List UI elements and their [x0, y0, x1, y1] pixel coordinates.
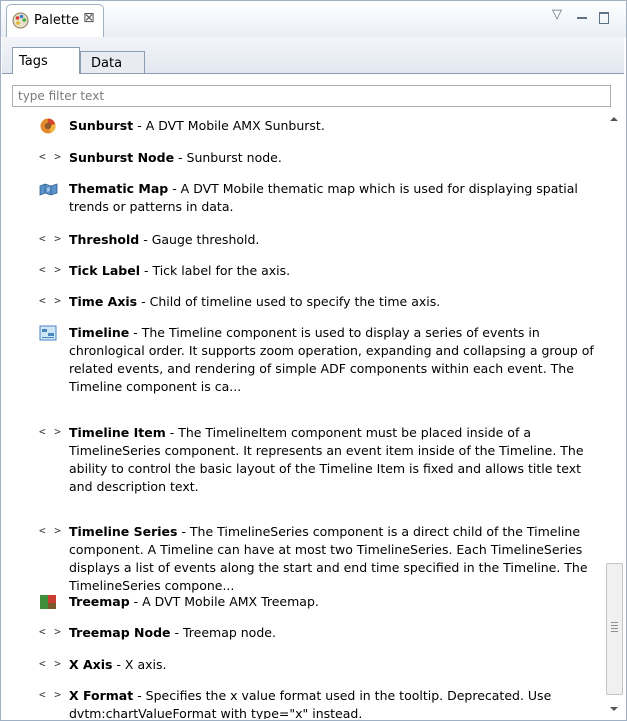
scrollbar-thumb[interactable]	[606, 563, 623, 695]
view-title-bar: Palette ⊠ ▽	[1, 1, 626, 37]
close-icon[interactable]: ⊠	[83, 10, 95, 26]
tag-list: Sunburst - A DVT Mobile AMX Sunburst. < …	[12, 111, 604, 719]
item-name: Sunburst Node	[69, 150, 175, 165]
item-name: X Axis	[69, 657, 113, 672]
palette-view: Palette ⊠ ▽ Tags Data Sunburst - A DVT M…	[0, 0, 627, 721]
item-name: Treemap	[69, 594, 130, 609]
sunburst-icon	[40, 118, 56, 134]
item-name: Timeline	[69, 325, 130, 340]
item-name: X Format	[69, 688, 134, 703]
item-name: Tick Label	[69, 263, 140, 278]
item-description: - Specifies the x value format used in t…	[69, 688, 552, 719]
item-name: Time Axis	[69, 294, 138, 309]
view-menu-icon[interactable]: ▽	[552, 7, 562, 22]
item-description: - The Timeline component is used to disp…	[69, 325, 594, 394]
tag-icon: < >	[39, 425, 62, 438]
scroll-down-icon[interactable]	[610, 707, 618, 711]
minimize-icon[interactable]	[577, 17, 587, 19]
tag-icon: < >	[39, 294, 62, 307]
thematic-map-icon	[39, 183, 58, 196]
grip-icon	[611, 622, 618, 632]
item-name: Thematic Map	[69, 181, 169, 196]
item-name: Threshold	[69, 232, 140, 247]
palette-view-tab[interactable]: Palette ⊠	[6, 4, 104, 37]
tab-divider	[2, 73, 624, 74]
maximize-icon[interactable]	[599, 12, 609, 24]
tag-icon: < >	[39, 657, 62, 670]
item-description: - Sunburst node.	[174, 150, 282, 165]
item-description: - Treemap node.	[170, 625, 276, 640]
tag-icon: < >	[39, 150, 62, 163]
tag-icon: < >	[39, 263, 62, 276]
timeline-icon	[39, 325, 57, 341]
item-name: Treemap Node	[69, 625, 171, 640]
tab-data[interactable]: Data	[80, 51, 145, 74]
tag-icon: < >	[39, 688, 62, 701]
item-name: Sunburst	[69, 118, 134, 133]
tab-tags[interactable]: Tags	[12, 47, 80, 74]
tag-icon: < >	[39, 524, 62, 537]
palette-icon	[12, 12, 29, 29]
item-name: Timeline Series	[69, 524, 178, 539]
filter-input[interactable]	[12, 85, 611, 107]
item-description: - Child of timeline used to specify the …	[137, 294, 441, 309]
item-description: - A DVT Mobile AMX Treemap.	[129, 594, 319, 609]
item-description: - Gauge threshold.	[139, 232, 260, 247]
vertical-scrollbar[interactable]	[606, 111, 623, 719]
view-title: Palette	[34, 13, 80, 28]
tag-icon: < >	[39, 625, 62, 638]
item-description: - Tick label for the axis.	[140, 263, 291, 278]
item-description: - A DVT Mobile AMX Sunburst.	[133, 118, 325, 133]
scroll-up-icon[interactable]	[610, 117, 618, 121]
item-name: Timeline Item	[69, 425, 166, 440]
tag-icon: < >	[39, 232, 62, 245]
treemap-icon	[40, 595, 56, 609]
item-description: - X axis.	[112, 657, 167, 672]
